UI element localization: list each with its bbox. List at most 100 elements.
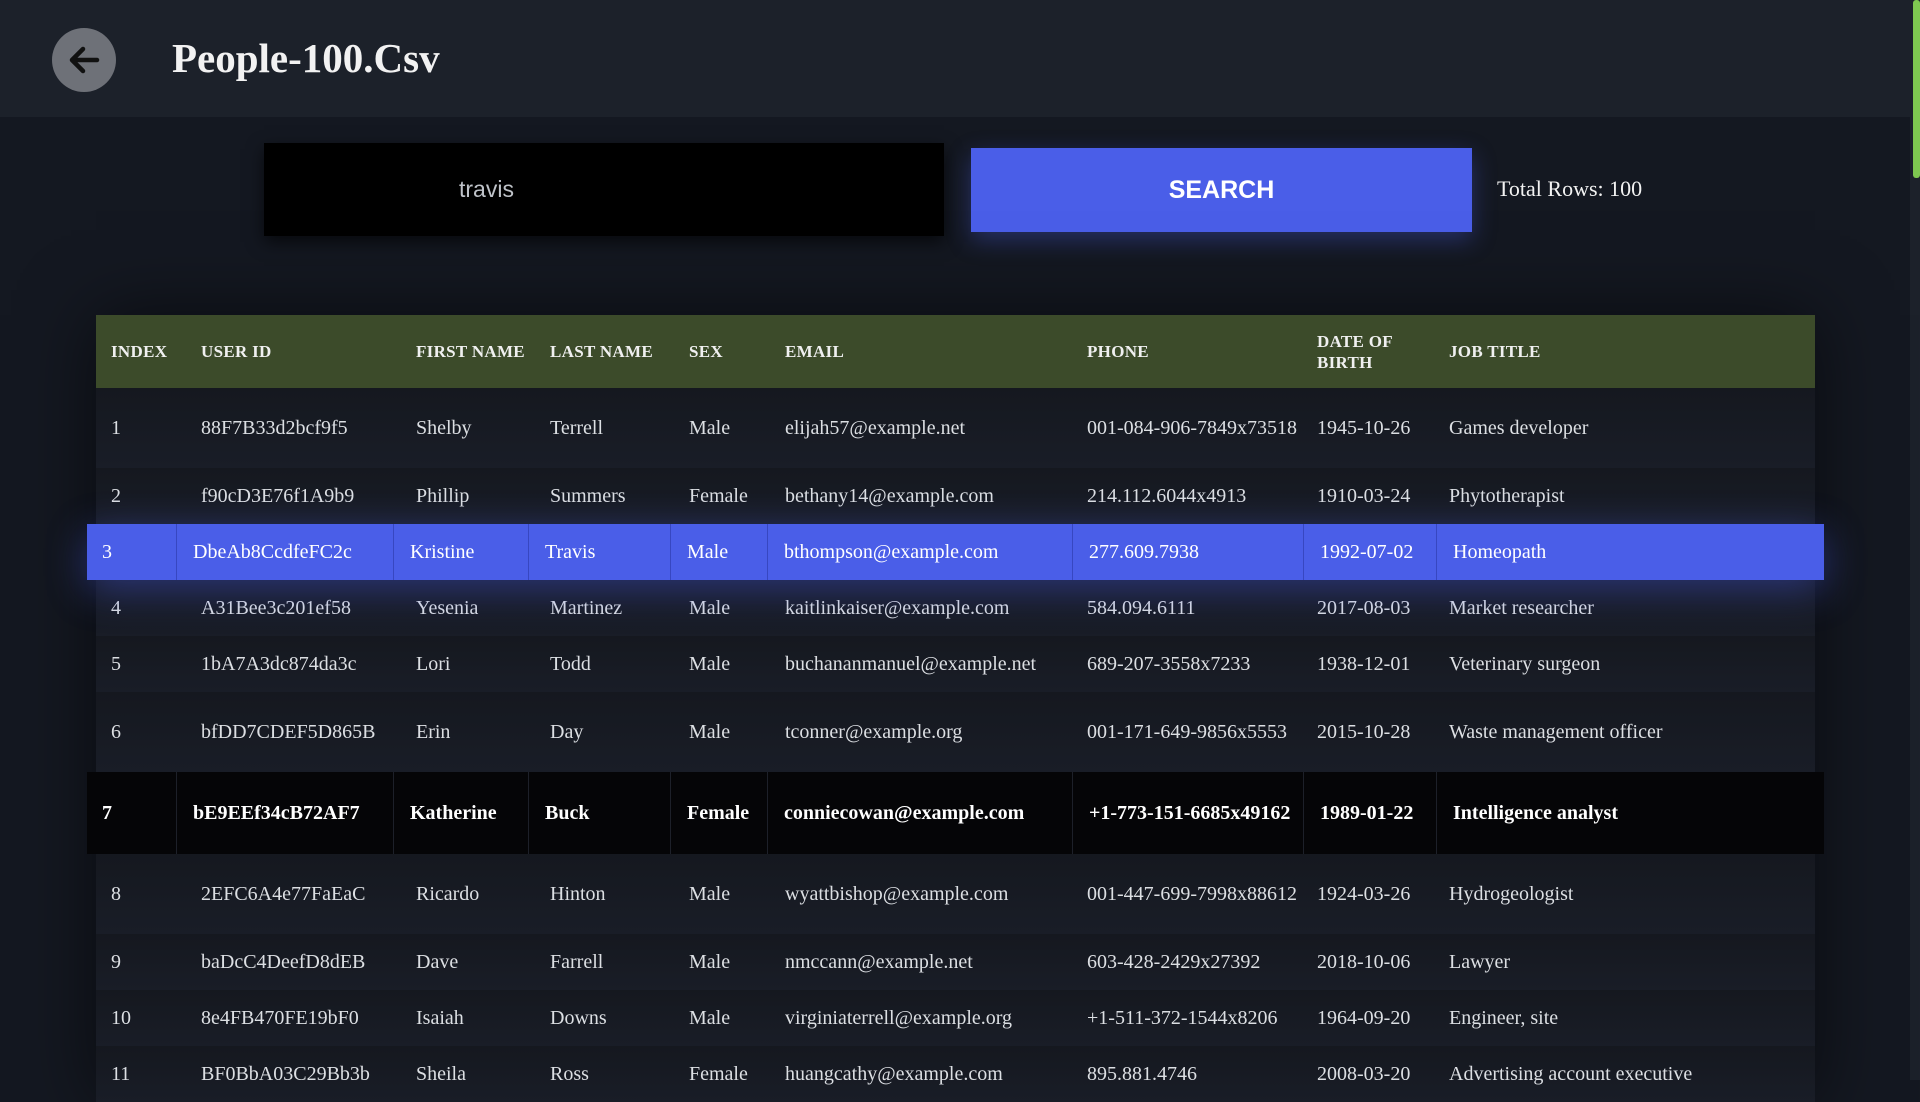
table-cell: BF0BbA03C29Bb3b (201, 1062, 370, 1085)
back-button[interactable] (52, 28, 116, 92)
table-cell: Phillip (416, 484, 470, 507)
table-cell: 2EFC6A4e77FaEaC (201, 882, 366, 905)
table-cell: Kristine (394, 524, 529, 580)
table-cell: 001-171-649-9856x5553 (1087, 720, 1287, 743)
column-header[interactable]: USER ID (186, 341, 401, 362)
table-row[interactable]: 6 bfDD7CDEF5D865B Erin Day Male tconner@examp… (96, 692, 1815, 772)
column-header[interactable]: INDEX (96, 341, 186, 362)
table-row[interactable]: 9 baDcC4DeefD8dEB Dave Farrell Male nmccann@e… (96, 934, 1815, 990)
table-cell: wyattbishop@example.com (785, 882, 1009, 905)
table-cell: Phytotherapist (1449, 484, 1565, 507)
table-cell: Female (689, 1062, 748, 1085)
table-cell: virginiaterrell@example.org (785, 1006, 1013, 1029)
table-cell: Martinez (550, 596, 623, 619)
table-cell: bethany14@example.com (785, 484, 994, 507)
column-header[interactable]: SEX (674, 341, 770, 362)
column-header[interactable]: LAST NAME (535, 341, 674, 362)
table-cell: Games developer (1449, 416, 1589, 439)
table-cell: Travis (529, 524, 671, 580)
table-cell: Male (689, 1006, 731, 1029)
table-cell: Male (671, 524, 768, 580)
table-cell: +1-773-151-6685x49162 (1073, 772, 1304, 854)
table-cell: Dave (416, 950, 459, 973)
column-header[interactable]: JOB TITLE (1434, 341, 1815, 362)
table-cell: 1 (111, 416, 121, 439)
table-cell: Male (689, 950, 731, 973)
table-cell: bE9EEf34cB72AF7 (177, 772, 394, 854)
table-row[interactable]: 7 bE9EEf34cB72AF7 Katherine Buck Female conni… (87, 772, 1824, 854)
table-cell: 277.609.7938 (1073, 524, 1304, 580)
table-row[interactable]: 5 1bA7A3dc874da3c Lori Todd Male buchananmanu… (96, 636, 1815, 692)
table-cell: 5 (111, 652, 121, 675)
table-cell: 1938-12-01 (1317, 652, 1411, 675)
table-cell: Todd (550, 652, 591, 675)
scrollbar[interactable] (1910, 0, 1920, 1080)
table-row[interactable]: 2 f90cD3E76f1A9b9 Phillip Summers Female beth… (96, 468, 1815, 524)
table-cell: 9 (111, 950, 121, 973)
table-cell: 10 (111, 1006, 131, 1029)
search-button[interactable]: SEARCH (971, 148, 1472, 232)
table-cell: Isaiah (416, 1006, 464, 1029)
table-body: 1 88F7B33d2bcf9f5 Shelby Terrell Male elijah5… (87, 388, 1824, 1102)
table-cell: Sheila (416, 1062, 466, 1085)
table-cell: 1bA7A3dc874da3c (201, 652, 357, 675)
table-cell: Lawyer (1449, 950, 1511, 973)
table-cell: 8 (111, 882, 121, 905)
table-cell: Female (671, 772, 768, 854)
table-cell: Waste management officer (1449, 720, 1663, 743)
table-row[interactable]: 10 8e4FB470FE19bF0 Isaiah Downs Male virginia… (96, 990, 1815, 1046)
column-header[interactable]: FIRST NAME (401, 341, 535, 362)
table-cell: kaitlinkaiser@example.com (785, 596, 1010, 619)
scrollbar-thumb[interactable] (1913, 0, 1920, 178)
table-cell: Hydrogeologist (1449, 882, 1574, 905)
table-cell: 1964-09-20 (1317, 1006, 1411, 1029)
table-cell: 6 (111, 720, 121, 743)
table-cell: Male (689, 596, 731, 619)
table-cell: Day (550, 720, 584, 743)
column-header[interactable]: PHONE (1072, 341, 1302, 362)
table-row[interactable]: 11 BF0BbA03C29Bb3b Sheila Ross Female huangca… (96, 1046, 1815, 1102)
table-row[interactable]: 1 88F7B33d2bcf9f5 Shelby Terrell Male elijah5… (96, 388, 1815, 468)
table-cell: Ross (550, 1062, 589, 1085)
table-cell: 2008-03-20 (1317, 1062, 1411, 1085)
table-cell: 689-207-3558x7233 (1087, 652, 1251, 675)
table-cell: A31Bee3c201ef58 (201, 596, 351, 619)
table-cell: Intelligence analyst (1453, 801, 1618, 824)
column-header[interactable]: EMAIL (770, 341, 1072, 362)
total-rows-label: Total Rows: 100 (1497, 176, 1643, 201)
table-cell: 2018-10-06 (1317, 950, 1411, 973)
table-cell: 2015-10-28 (1317, 720, 1411, 743)
table-cell: Summers (550, 484, 626, 507)
table-cell: Engineer, site (1449, 1006, 1559, 1029)
table-cell: Advertising account executive (1449, 1062, 1693, 1085)
table-cell: Lori (416, 652, 451, 675)
table-cell: Veterinary surgeon (1449, 652, 1601, 675)
data-table: INDEX USER ID FIRST NAME LAST NAME SEX E… (87, 315, 1824, 1102)
table-row[interactable]: 8 2EFC6A4e77FaEaC Ricardo Hinton Male wyattbi… (96, 854, 1815, 934)
table-cell: tconner@example.org (785, 720, 963, 743)
table-row[interactable]: 4 A31Bee3c201ef58 Yesenia Martinez Male kaitl… (96, 580, 1815, 636)
table-cell: huangcathy@example.com (785, 1062, 1003, 1085)
table-cell: Terrell (550, 416, 604, 439)
top-bar: People-100.Csv (0, 0, 1910, 117)
table-cell: 88F7B33d2bcf9f5 (201, 416, 348, 439)
table-cell: 603-428-2429x27392 (1087, 950, 1261, 973)
table-cell: 11 (111, 1062, 131, 1085)
table-cell: bthompson@example.com (768, 524, 1073, 580)
table-cell: Farrell (550, 950, 604, 973)
table-cell: 2 (111, 484, 121, 507)
table-cell: 895.881.4746 (1087, 1062, 1197, 1085)
table-cell: Male (689, 882, 731, 905)
table-cell: f90cD3E76f1A9b9 (201, 484, 355, 507)
table-cell: 1924-03-26 (1317, 882, 1411, 905)
table-cell: Male (689, 652, 731, 675)
arrow-left-icon (69, 46, 100, 74)
table-cell: Hinton (550, 882, 606, 905)
table-cell: elijah57@example.net (785, 416, 966, 439)
table-cell: 001-084-906-7849x73518 (1087, 416, 1297, 439)
column-header[interactable]: DATE OF BIRTH (1302, 331, 1434, 373)
table-cell: Buck (529, 772, 671, 854)
table-row[interactable]: 3 DbeAb8CcdfeFC2c Kristine Travis Male bthomp… (87, 524, 1824, 580)
search-input[interactable] (264, 143, 944, 236)
table-cell: conniecowan@example.com (768, 772, 1073, 854)
